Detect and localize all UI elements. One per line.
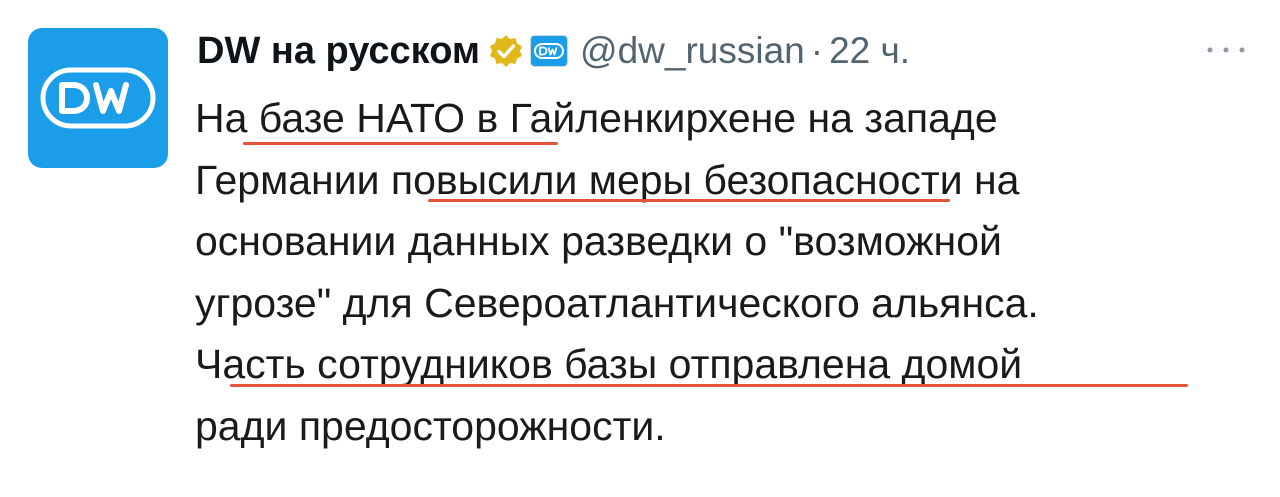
- tweet[interactable]: DW на русском @dw_russian · 22 ч. На баз…: [0, 0, 1280, 497]
- dw-logo-icon[interactable]: [28, 28, 168, 168]
- display-name[interactable]: DW на русском: [197, 30, 480, 73]
- tweet-header: DW на русском @dw_russian · 22 ч.: [197, 25, 910, 77]
- timestamp[interactable]: 22 ч.: [829, 30, 910, 72]
- underline-annotation: [230, 384, 1188, 387]
- tweet-body-line: ради предосторожности.: [195, 402, 666, 449]
- tweet-body-line: угрозе" для Североатлантического альянса…: [195, 279, 1039, 326]
- tweet-body-line: основании данных разведки о "возможной: [195, 218, 1002, 264]
- more-options-icon[interactable]: [1200, 38, 1252, 62]
- underline-annotation: [428, 199, 950, 202]
- verified-badge-icon[interactable]: [488, 33, 524, 69]
- tweet-body-line: На базе НАТО в Гайленкирхене на западе: [195, 95, 998, 141]
- underline-annotation: [243, 142, 558, 145]
- dw-affiliation-icon[interactable]: [530, 35, 569, 67]
- handle[interactable]: @dw_russian: [580, 30, 805, 72]
- separator-dot: ·: [810, 30, 824, 71]
